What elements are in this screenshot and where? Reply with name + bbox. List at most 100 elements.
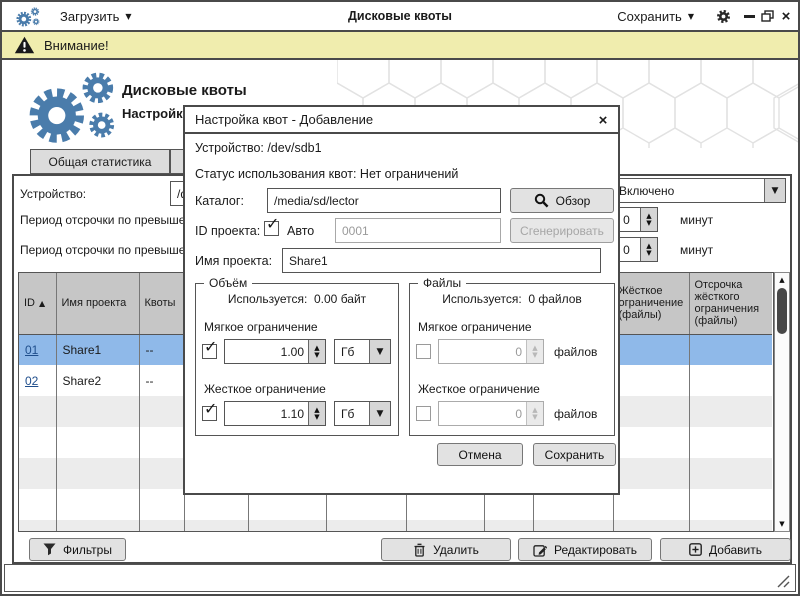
resize-grip[interactable] xyxy=(777,575,790,588)
catalog-input[interactable] xyxy=(267,188,501,213)
cell xyxy=(56,427,139,458)
volume-soft-unit: Гб xyxy=(335,340,369,363)
grace-soft-label: Период отсрочки по превышению xyxy=(20,213,208,227)
files-soft-checkbox-unchecked[interactable] xyxy=(416,344,431,359)
column-header-hard-grace-files[interactable]: Отсрочка жёсткого ограничения (файлы) xyxy=(689,273,772,334)
device-label: Устройство: xyxy=(20,187,86,201)
volume-hard-label: Жесткое ограничение xyxy=(204,382,326,396)
files-hard-checkbox-unchecked[interactable] xyxy=(416,406,431,421)
row-id-link[interactable]: 02 xyxy=(25,374,38,388)
cell xyxy=(613,489,689,520)
cell xyxy=(689,489,772,520)
chevron-down-icon[interactable]: ▼ xyxy=(764,179,785,202)
scroll-up-button[interactable]: ▲ xyxy=(775,273,789,287)
check-icon: ✓ xyxy=(204,337,217,356)
chevron-down-icon[interactable]: ▼ xyxy=(369,402,390,425)
check-icon: ✓ xyxy=(204,399,217,418)
volume-group-legend: Объём xyxy=(204,276,252,290)
edit-button[interactable]: Редактировать xyxy=(518,538,652,561)
spinner-arrows-icon[interactable]: ▲▼ xyxy=(640,208,657,231)
column-header-name[interactable]: Имя проекта xyxy=(56,273,139,334)
restore-icon xyxy=(761,10,774,22)
volume-used: Используется: 0.00 байт xyxy=(196,292,398,306)
browse-button[interactable]: Обзор xyxy=(510,188,614,213)
spinner-arrows-icon[interactable]: ▲▼ xyxy=(308,340,325,363)
search-icon xyxy=(534,193,549,208)
save-button-label: Сохранить xyxy=(545,448,605,462)
volume-soft-spinner[interactable]: 1.00 ▲▼ xyxy=(224,339,326,364)
cell xyxy=(139,427,184,458)
catalog-label: Каталог: xyxy=(195,194,244,208)
quota-add-dialog: Настройка квот - Добавление × Устройство… xyxy=(183,105,620,495)
filters-button[interactable]: Фильтры xyxy=(29,538,126,561)
spinner-arrows-icon[interactable]: ▲▼ xyxy=(308,402,325,425)
save-menu[interactable]: Сохранить ▼ xyxy=(617,2,694,30)
cell xyxy=(19,520,56,532)
chevron-down-icon[interactable]: ▼ xyxy=(369,340,390,363)
quota-state-select[interactable]: Включено ▼ xyxy=(612,178,786,203)
spin-down-icon[interactable]: ▼ xyxy=(314,352,319,358)
spin-down-icon: ▼ xyxy=(532,414,537,420)
dialog-save-button[interactable]: Сохранить xyxy=(533,443,616,466)
table-row-empty xyxy=(19,520,772,532)
vertical-scrollbar[interactable]: ▲ ▼ xyxy=(774,272,790,532)
volume-hard-unit-select[interactable]: Гб ▼ xyxy=(334,401,391,426)
volume-hard-spinner[interactable]: 1.10 ▲▼ xyxy=(224,401,326,426)
close-button[interactable]: × xyxy=(777,2,795,30)
column-header-hard-limit-files[interactable]: Жёсткое ограничение (файлы) xyxy=(613,273,689,334)
used-value: 0.00 байт xyxy=(314,292,366,306)
tab-general-statistics[interactable]: Общая статистика xyxy=(30,149,170,174)
scrollbar-thumb[interactable] xyxy=(777,288,787,334)
quota-state-value: Включено xyxy=(613,179,764,202)
plus-square-icon xyxy=(689,543,702,556)
spinner-arrows-icon: ▲▼ xyxy=(526,340,543,363)
cell xyxy=(689,520,772,532)
files-soft-spinner[interactable]: 0 ▲▼ xyxy=(438,339,544,364)
project-id-input[interactable] xyxy=(335,218,501,243)
minimize-button[interactable] xyxy=(740,2,758,30)
volume-soft-checkbox-checked[interactable]: ✓ xyxy=(202,344,217,359)
dialog-title: Настройка квот - Добавление xyxy=(195,112,373,127)
gears-logo-icon xyxy=(22,64,126,148)
spin-down-icon[interactable]: ▼ xyxy=(314,414,319,420)
cell-name: Share2 xyxy=(56,365,139,396)
column-label: ID xyxy=(24,297,35,309)
files-hard-unit: файлов xyxy=(554,407,597,421)
files-soft-unit: файлов xyxy=(554,345,597,359)
trash-icon xyxy=(413,543,426,557)
files-soft-value: 0 xyxy=(439,340,526,363)
restore-button[interactable] xyxy=(758,2,776,30)
generate-button[interactable]: Сгенерировать xyxy=(510,218,614,243)
project-name-input[interactable] xyxy=(282,248,601,273)
dialog-cancel-button[interactable]: Отмена xyxy=(437,443,523,466)
cell xyxy=(139,489,184,520)
column-header-quotas[interactable]: Квоты xyxy=(139,273,184,334)
titlebar: Загрузить ▼ Дисковые квоты Сохранить ▼ × xyxy=(2,2,798,32)
settings-button[interactable] xyxy=(715,2,732,30)
cell xyxy=(689,334,772,365)
cell xyxy=(613,365,689,396)
delete-button[interactable]: Удалить xyxy=(381,538,511,561)
spin-down-icon[interactable]: ▼ xyxy=(646,220,651,226)
volume-soft-unit-select[interactable]: Гб ▼ xyxy=(334,339,391,364)
page-title: Дисковые квоты xyxy=(122,82,247,99)
cell xyxy=(19,427,56,458)
spin-down-icon[interactable]: ▼ xyxy=(646,250,651,256)
add-button[interactable]: Добавить xyxy=(660,538,791,561)
cell xyxy=(56,520,139,532)
files-hard-spinner[interactable]: 0 ▲▼ xyxy=(438,401,544,426)
project-name-label: Имя проекта: xyxy=(195,254,272,268)
auto-checkbox-checked[interactable]: ✓ xyxy=(264,221,279,236)
grace-hard-label: Период отсрочки по превышению xyxy=(20,243,208,257)
cell xyxy=(326,520,406,532)
volume-hard-checkbox-checked[interactable]: ✓ xyxy=(202,406,217,421)
dialog-close-icon[interactable]: × xyxy=(594,110,612,130)
cell xyxy=(19,489,56,520)
generate-button-label: Сгенерировать xyxy=(520,224,604,238)
spinner-arrows-icon[interactable]: ▲▼ xyxy=(640,238,657,261)
column-header-id[interactable]: ID▲ xyxy=(19,273,56,334)
row-id-link[interactable]: 01 xyxy=(25,343,38,357)
used-label: Используется: xyxy=(228,292,308,306)
files-hard-value: 0 xyxy=(439,402,526,425)
scroll-down-button[interactable]: ▼ xyxy=(775,517,789,531)
